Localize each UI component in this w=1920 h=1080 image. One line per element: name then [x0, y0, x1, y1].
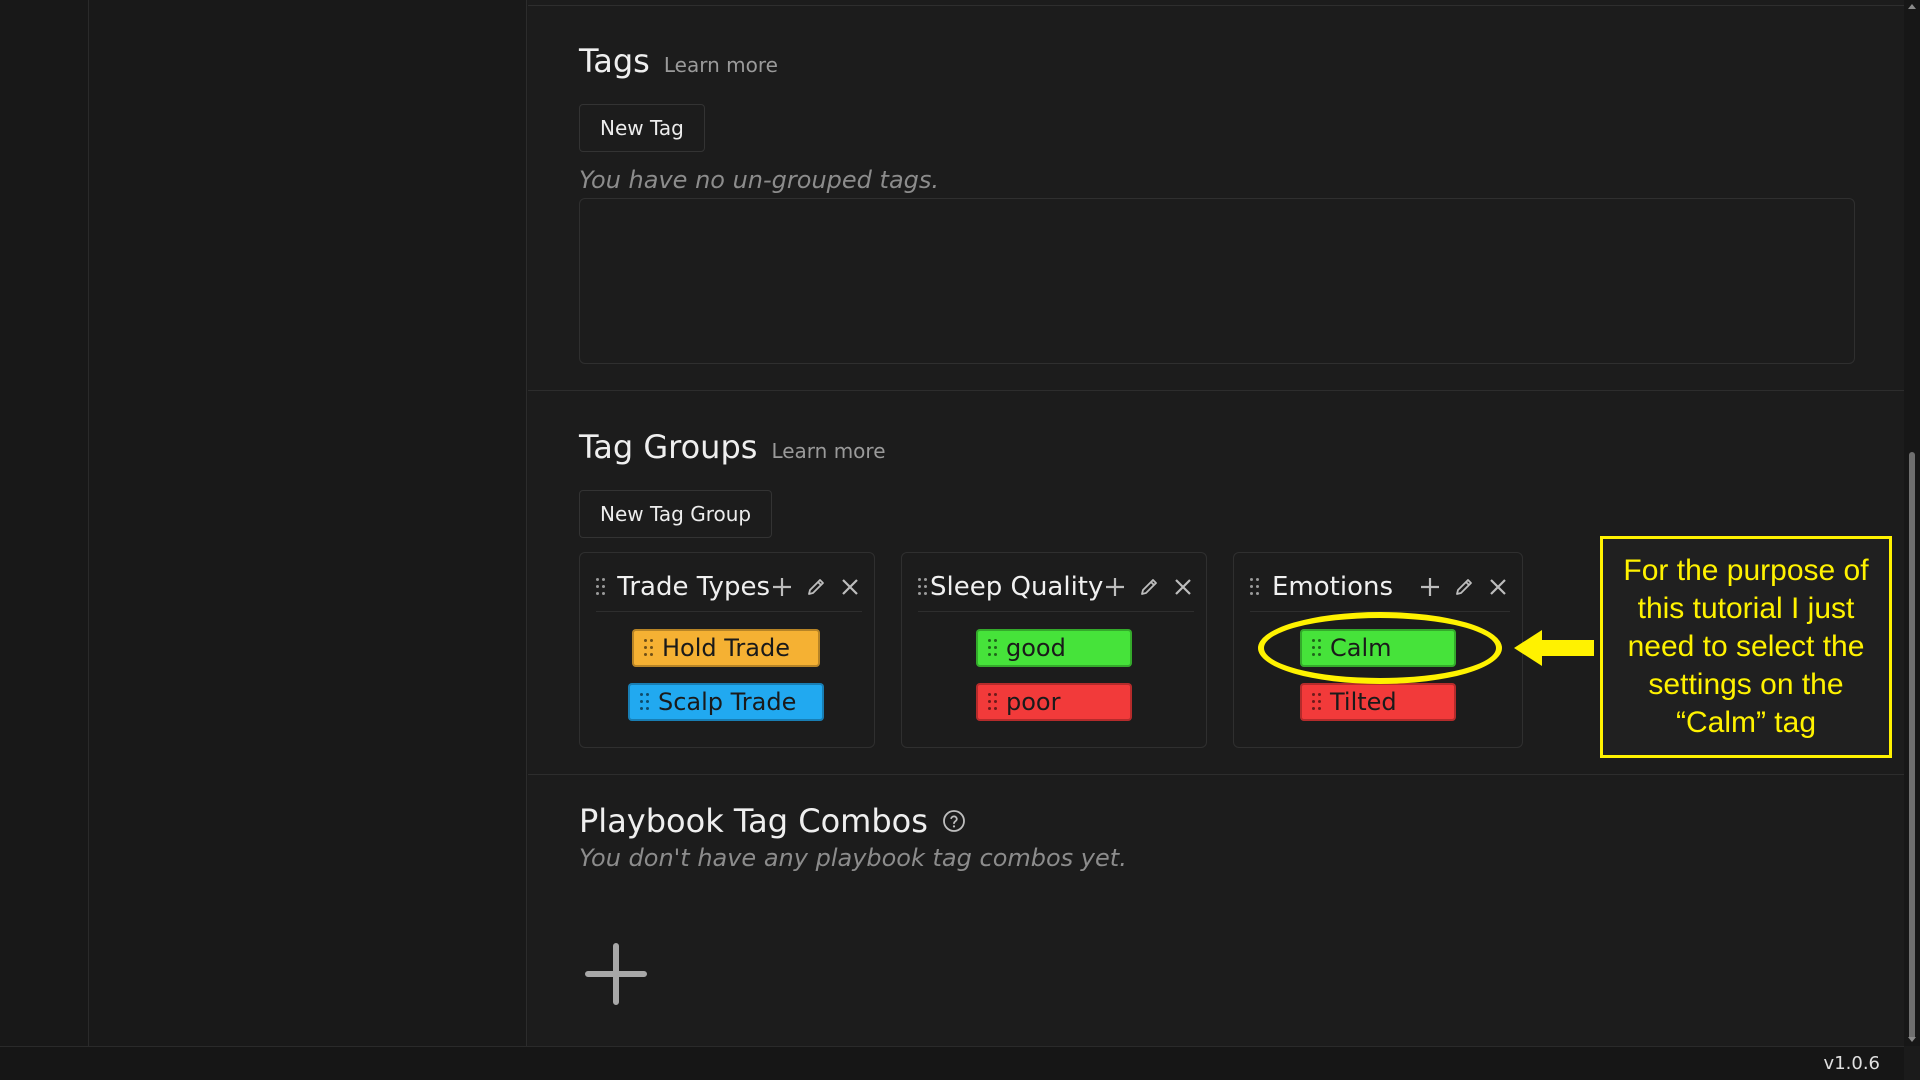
close-icon[interactable] — [838, 575, 862, 599]
annotation-ellipse — [1258, 612, 1502, 684]
drag-handle-icon[interactable] — [596, 578, 605, 596]
app-screen: Tags Learn more New Tag You have no un-g… — [0, 0, 1920, 1080]
plus-icon[interactable] — [1103, 575, 1127, 599]
tag-group-name: Sleep Quality — [930, 572, 1104, 602]
ungrouped-tags-dropzone[interactable] — [579, 198, 1855, 364]
help-circle-icon[interactable] — [942, 809, 966, 833]
drag-handle-icon[interactable] — [1312, 693, 1322, 711]
status-bar: v1.0.6 — [0, 1046, 1904, 1080]
drag-handle-icon[interactable] — [988, 639, 998, 657]
tag-label: Tilted — [1330, 688, 1397, 716]
tag-label: poor — [1006, 688, 1061, 716]
tag-group-card: Trade Types Hold Trade Scalp Trade — [579, 552, 875, 748]
playbook-title: Playbook Tag Combos — [579, 802, 928, 840]
tag-group-name: Emotions — [1272, 572, 1394, 602]
vertical-scrollbar[interactable] — [1904, 0, 1920, 1046]
drag-handle-icon[interactable] — [644, 639, 654, 657]
tag-groups-title: Tag Groups — [579, 428, 758, 466]
tag-pill-tilted[interactable]: Tilted — [1300, 683, 1456, 721]
tag-pill-scalp-trade[interactable]: Scalp Trade — [628, 683, 824, 721]
close-icon[interactable] — [1171, 575, 1195, 599]
version-label: v1.0.6 — [1823, 1053, 1880, 1074]
new-tag-button[interactable]: New Tag — [579, 104, 705, 152]
scroll-down-icon[interactable] — [1908, 1037, 1916, 1042]
tag-label: good — [1006, 634, 1066, 662]
add-playbook-combo-button[interactable] — [584, 942, 648, 1006]
pencil-icon[interactable] — [1452, 575, 1476, 599]
new-tag-group-button[interactable]: New Tag Group — [579, 490, 773, 538]
top-divider — [528, 0, 1904, 6]
plus-icon[interactable] — [1418, 575, 1442, 599]
pencil-icon[interactable] — [1137, 575, 1161, 599]
drag-handle-icon[interactable] — [640, 693, 650, 711]
tags-header: Tags Learn more — [579, 42, 778, 80]
close-icon[interactable] — [1486, 575, 1510, 599]
annotation-arrow-icon — [1514, 630, 1594, 666]
tag-group-header: Trade Types — [596, 569, 862, 605]
drag-handle-icon[interactable] — [1250, 578, 1260, 596]
scroll-thumb[interactable] — [1909, 452, 1915, 1040]
left-rail — [0, 0, 89, 1046]
scroll-up-icon[interactable] — [1908, 4, 1916, 9]
section-divider — [528, 390, 1904, 391]
no-playbook-combos-text: You don't have any playbook tag combos y… — [579, 844, 1127, 872]
tags-learn-more-link[interactable]: Learn more — [664, 53, 778, 77]
drag-handle-icon[interactable] — [988, 693, 998, 711]
no-ungrouped-tags-text: You have no un-grouped tags. — [579, 166, 940, 194]
tag-pill-poor[interactable]: poor — [976, 683, 1132, 721]
tag-label: Scalp Trade — [658, 688, 797, 716]
tag-group-divider — [918, 611, 1194, 612]
plus-icon[interactable] — [770, 575, 794, 599]
tag-pill-hold-trade[interactable]: Hold Trade — [632, 629, 820, 667]
tag-group-name: Trade Types — [617, 572, 770, 602]
playbook-header: Playbook Tag Combos — [579, 802, 966, 840]
tag-pill-good[interactable]: good — [976, 629, 1132, 667]
section-divider — [528, 774, 1904, 775]
tag-label: Hold Trade — [662, 634, 790, 662]
annotation-callout: For the purpose of this tutorial I just … — [1600, 536, 1892, 758]
tag-group-header: Sleep Quality — [918, 569, 1194, 605]
tag-group-header: Emotions — [1250, 569, 1510, 605]
tag-group-card: Sleep Quality good poor — [901, 552, 1207, 748]
tag-group-divider — [596, 611, 862, 612]
tag-groups-learn-more-link[interactable]: Learn more — [771, 439, 885, 463]
pencil-icon[interactable] — [804, 575, 828, 599]
left-panel — [89, 0, 527, 1046]
settings-main: Tags Learn more New Tag You have no un-g… — [528, 0, 1904, 1046]
tags-title: Tags — [579, 42, 650, 80]
tag-groups-header: Tag Groups Learn more — [579, 428, 886, 466]
